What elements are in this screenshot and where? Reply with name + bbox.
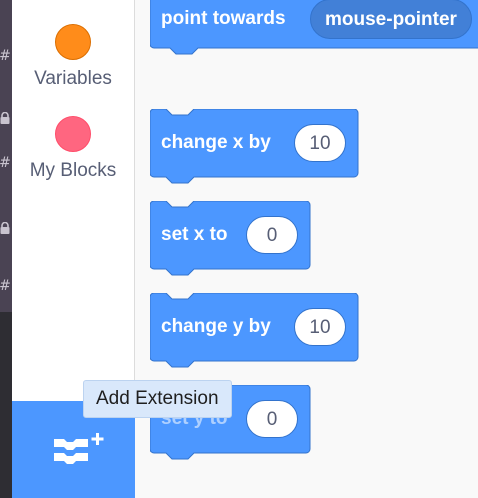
block-label: point towards	[161, 8, 286, 29]
mouse-pointer-dropdown[interactable]: mouse-pointer	[310, 0, 472, 39]
change-x-value-input[interactable]: 10	[294, 124, 346, 162]
hash-glyph: #	[0, 278, 11, 294]
lock-icon	[0, 111, 11, 128]
category-variables[interactable]: Variables	[12, 24, 134, 90]
set-y-value-input[interactable]: 0	[246, 400, 298, 438]
set-x-value-input[interactable]: 0	[246, 216, 298, 254]
category-label: Variables	[34, 68, 112, 89]
block-label: set x to	[161, 224, 228, 245]
add-extension-icon	[54, 433, 104, 464]
block-label: change y by	[161, 316, 271, 337]
block-label: change x by	[161, 132, 271, 153]
lock-icon	[0, 221, 11, 238]
variables-color-dot	[55, 24, 91, 60]
change-y-value-input[interactable]: 10	[294, 308, 346, 346]
my-blocks-color-dot	[55, 116, 91, 152]
left-edge-strip-lower	[0, 312, 12, 498]
hash-glyph: #	[0, 48, 11, 64]
block-palette: point towards mouse-pointer change x by …	[136, 0, 478, 498]
left-edge-strip: # # #	[0, 0, 12, 498]
category-label: My Blocks	[29, 160, 117, 181]
hash-glyph: #	[0, 155, 11, 171]
category-my-blocks[interactable]: My Blocks	[12, 116, 134, 182]
add-extension-tooltip: Add Extension	[83, 380, 232, 418]
